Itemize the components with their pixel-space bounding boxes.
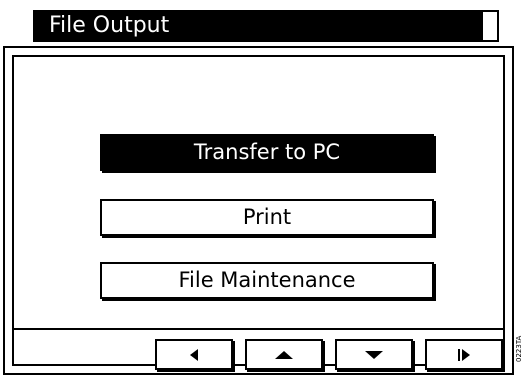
- print-button[interactable]: Print: [100, 199, 434, 236]
- arrow-right-bar-icon: [458, 348, 470, 361]
- nav-up-button[interactable]: [245, 339, 323, 370]
- window-title: File Output: [49, 13, 170, 38]
- title-bar-fill: File Output: [35, 12, 483, 40]
- arrow-down-icon: [365, 350, 383, 359]
- title-bar: File Output: [33, 10, 499, 42]
- transfer-to-pc-button[interactable]: Transfer to PC: [100, 134, 434, 171]
- figure-id: 0223TA: [515, 335, 523, 362]
- nav-right-button[interactable]: [425, 339, 503, 370]
- nav-left-button[interactable]: [155, 339, 233, 370]
- file-maintenance-button[interactable]: File Maintenance: [100, 262, 434, 299]
- arrow-up-icon: [275, 350, 293, 359]
- menu-frame: Transfer to PC Print File Maintenance: [12, 55, 505, 370]
- divider: [14, 328, 503, 330]
- arrow-left-icon: [190, 348, 198, 361]
- main-panel: Transfer to PC Print File Maintenance: [3, 46, 514, 375]
- nav-down-button[interactable]: [335, 339, 413, 370]
